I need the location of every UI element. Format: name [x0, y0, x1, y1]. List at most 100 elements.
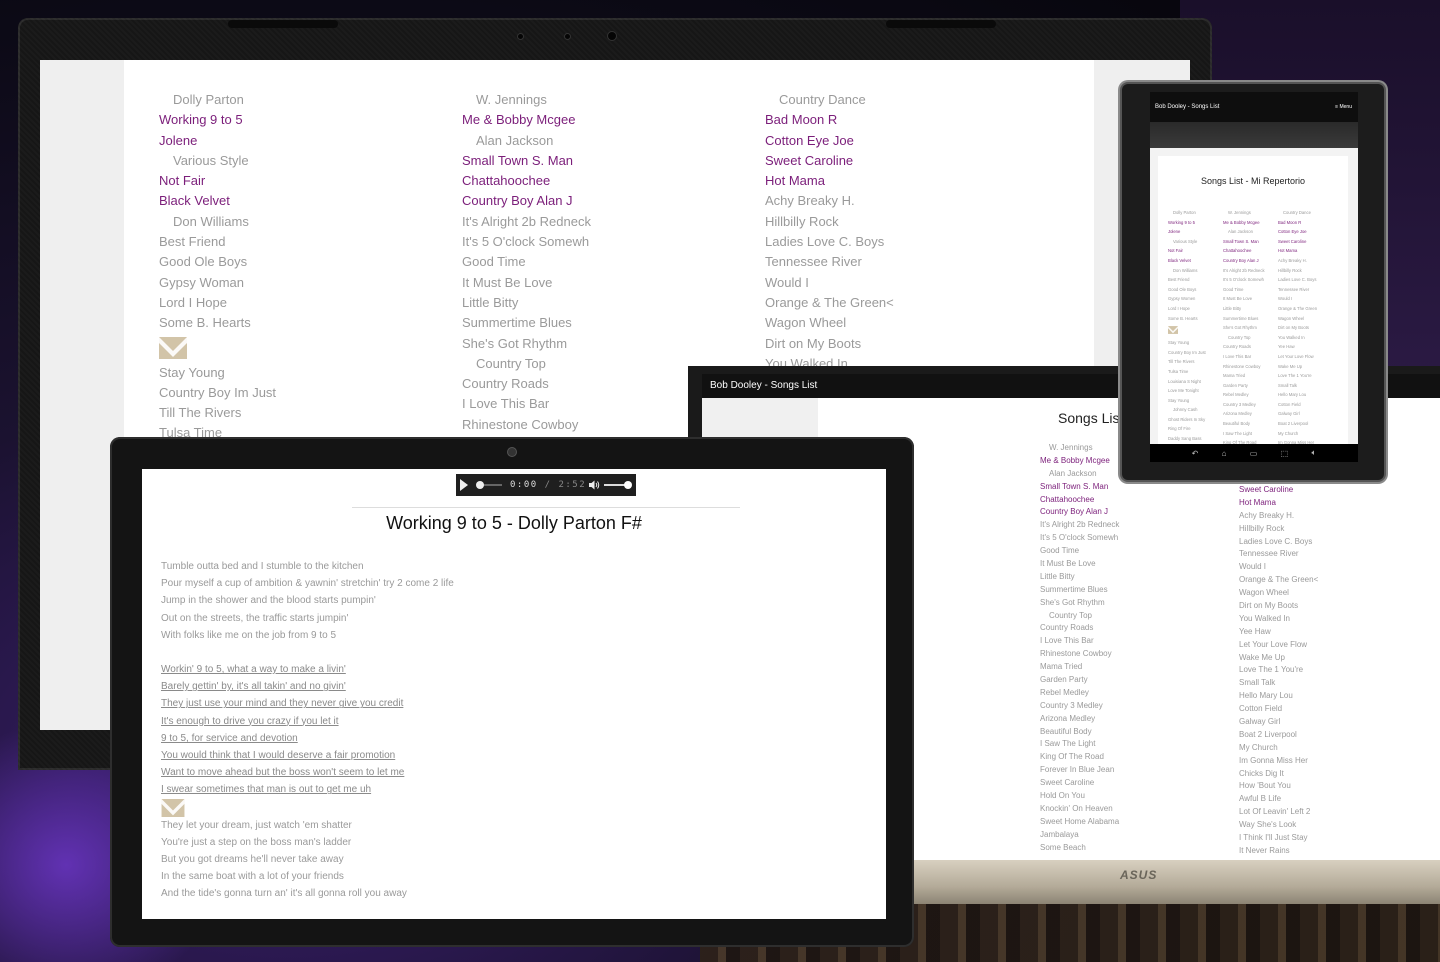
song-item[interactable]: Sweet Caroline — [1040, 777, 1240, 790]
song-link[interactable]: Chattahoochee — [462, 171, 752, 191]
song-item[interactable]: Tennessee River — [1278, 285, 1338, 295]
song-item[interactable]: Mama Tried — [1223, 371, 1283, 381]
song-item[interactable]: Summertime Blues — [1040, 584, 1240, 597]
song-item[interactable]: Awful B Life — [1239, 793, 1439, 806]
song-item[interactable]: Hold On You — [1040, 790, 1240, 803]
song-item[interactable]: Dirt on My Boots — [765, 334, 1055, 354]
song-item[interactable]: Love Me Tonight — [1168, 386, 1228, 396]
progress-handle[interactable] — [476, 481, 484, 489]
song-link[interactable]: Sweet Caroline — [1239, 484, 1439, 497]
song-item[interactable]: Lord I Hope — [159, 293, 449, 313]
song-item[interactable]: I Love This Bar — [1223, 352, 1283, 362]
song-item[interactable]: Love The 1 You're — [1239, 664, 1439, 677]
song-item[interactable]: Let Your Love Flow — [1239, 639, 1439, 652]
song-item[interactable]: Achy Breaky H. — [1278, 256, 1338, 266]
song-item[interactable]: Tulsa Time — [1168, 367, 1228, 377]
song-item[interactable]: Garden Party — [1040, 674, 1240, 687]
song-item[interactable]: Country Roads — [1223, 342, 1283, 352]
song-item[interactable]: Little Bitty — [1040, 571, 1240, 584]
song-item[interactable]: Lot Of Leavin' Left 2 — [1239, 806, 1439, 819]
song-item[interactable]: How 'Bout You — [1239, 780, 1439, 793]
song-item[interactable]: Good Time — [1223, 285, 1283, 295]
song-link[interactable]: Cotton Eye Joe — [765, 131, 1055, 151]
song-item[interactable]: Cotton Field — [1239, 703, 1439, 716]
song-link[interactable]: Hot Mama — [765, 171, 1055, 191]
song-link[interactable]: Jolene — [159, 131, 449, 151]
song-item[interactable]: Till The Rivers — [159, 403, 449, 423]
song-item[interactable]: Some Beach — [1040, 842, 1240, 855]
song-item[interactable]: Would I — [1239, 561, 1439, 574]
song-item[interactable]: Hillbilly Rock — [765, 212, 1055, 232]
song-item[interactable]: You Walked In — [1278, 333, 1338, 343]
song-item[interactable]: Gypsy Women — [1168, 294, 1228, 304]
song-item[interactable]: Country 3 Medley — [1040, 700, 1240, 713]
song-link[interactable]: Hot Mama — [1239, 497, 1439, 510]
song-item[interactable]: Rebel Medley — [1040, 687, 1240, 700]
song-link[interactable]: Chattahoochee — [1223, 246, 1283, 256]
song-link[interactable]: Not Fair — [1168, 246, 1228, 256]
expand-chevron-icon[interactable] — [159, 336, 187, 359]
back-icon[interactable]: ↶ — [1192, 449, 1199, 458]
song-item[interactable]: Wake Me Up — [1239, 652, 1439, 665]
song-item[interactable]: She's Got Rhythm — [1040, 597, 1240, 610]
song-link[interactable]: Hot Mama — [1278, 246, 1338, 256]
song-item[interactable]: Beautiful Body — [1223, 419, 1283, 429]
song-item[interactable]: Tennessee River — [765, 252, 1055, 272]
song-item[interactable]: Rebel Medley — [1223, 390, 1283, 400]
song-item[interactable]: Dirt on My Boots — [1278, 323, 1338, 333]
song-item[interactable]: I Love This Bar — [1040, 635, 1240, 648]
song-item[interactable]: Knockin' On Heaven — [1040, 803, 1240, 816]
song-item[interactable]: Tennessee River — [1239, 548, 1439, 561]
song-item[interactable]: Stay Young — [1168, 338, 1228, 348]
song-item[interactable]: Let Your Love Flow — [1278, 352, 1338, 362]
song-item[interactable]: King Of The Road — [1040, 751, 1240, 764]
song-link[interactable]: Country Boy Alan J — [1223, 256, 1283, 266]
song-item[interactable]: It Must Be Love — [1223, 294, 1283, 304]
song-item[interactable]: It's Alright 2b Redneck — [1223, 266, 1283, 276]
song-item[interactable]: Chicks Dig It — [1239, 768, 1439, 781]
song-item[interactable]: Cotton Field — [1278, 400, 1338, 410]
song-item[interactable]: Orange & The Green — [1278, 304, 1338, 314]
song-item[interactable]: Achy Breaky H. — [1239, 510, 1439, 523]
song-item[interactable]: Galway Girl — [1278, 409, 1338, 419]
song-link[interactable]: Small Town S. Man — [1223, 237, 1283, 247]
song-item[interactable]: Hillbilly Rock — [1278, 266, 1338, 276]
song-item[interactable]: Good Ole Boys — [1168, 285, 1228, 295]
song-item[interactable]: You Walked In — [1239, 613, 1439, 626]
song-item[interactable]: Ring Of Fire — [1168, 424, 1228, 434]
song-item[interactable]: Stay Young — [1168, 396, 1228, 406]
song-item[interactable]: Way She's Look — [1239, 819, 1439, 832]
song-link[interactable]: Chattahoochee — [1040, 494, 1240, 507]
song-link[interactable]: Cotton Eye Joe — [1278, 227, 1338, 237]
song-item[interactable]: Best Friend — [159, 232, 449, 252]
song-item[interactable]: Good Ole Boys — [159, 252, 449, 272]
song-item[interactable]: Some B. Hearts — [159, 313, 449, 333]
song-link[interactable]: Country Boy Alan J — [1040, 506, 1240, 519]
song-link[interactable]: Me & Bobby Mcgee — [1223, 218, 1283, 228]
song-item[interactable]: Hello Mary Lou — [1239, 690, 1439, 703]
song-item[interactable]: Summertime Blues — [462, 313, 752, 333]
home-icon[interactable]: ⌂ — [1222, 449, 1227, 458]
song-link[interactable]: Sweet Caroline — [765, 151, 1055, 171]
song-item[interactable]: It's Alright 2b Redneck — [462, 212, 752, 232]
expand-chevron-icon[interactable] — [1168, 326, 1178, 335]
play-icon[interactable] — [460, 479, 468, 491]
song-item[interactable]: Small Talk — [1278, 381, 1338, 391]
song-item[interactable]: I Saw The Light — [1040, 738, 1240, 751]
song-item[interactable]: Small Talk — [1239, 677, 1439, 690]
song-item[interactable]: Sweet Home Alabama — [1040, 816, 1240, 829]
song-link[interactable]: Working 9 to 5 — [159, 110, 449, 130]
song-item[interactable]: Boat 2 Liverpool — [1239, 729, 1439, 742]
song-item[interactable]: I Think I'll Just Stay — [1239, 832, 1439, 845]
song-item[interactable]: My Church — [1278, 429, 1338, 439]
song-item[interactable]: It's Alright 2b Redneck — [1040, 519, 1240, 532]
song-link[interactable]: Country Boy Alan J — [462, 191, 752, 211]
song-item[interactable]: Some B. Hearts — [1168, 314, 1228, 324]
song-link[interactable]: Black Velvet — [1168, 256, 1228, 266]
song-item[interactable]: Galway Girl — [1239, 716, 1439, 729]
menu-button[interactable]: ≡ Menu — [1335, 92, 1352, 122]
song-link[interactable]: Small Town S. Man — [462, 151, 752, 171]
song-item[interactable]: It's 5 O'clock Somewh — [1223, 275, 1283, 285]
song-item[interactable]: It Must Be Love — [1040, 558, 1240, 571]
recents-icon[interactable]: ▭ — [1250, 449, 1258, 458]
